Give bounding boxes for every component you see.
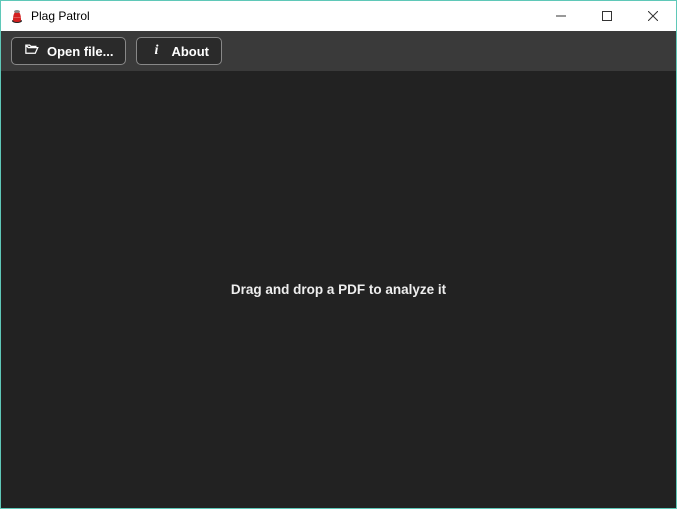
app-window: Plag Patrol Open file... i xyxy=(0,0,677,509)
open-file-button[interactable]: Open file... xyxy=(11,37,126,65)
about-label: About xyxy=(171,44,209,59)
window-title: Plag Patrol xyxy=(31,9,538,23)
info-icon: i xyxy=(149,43,163,59)
toolbar: Open file... i About xyxy=(1,31,676,71)
close-button[interactable] xyxy=(630,1,676,31)
app-icon xyxy=(9,8,25,24)
about-button[interactable]: i About xyxy=(136,37,222,65)
window-controls xyxy=(538,1,676,31)
titlebar: Plag Patrol xyxy=(1,1,676,31)
maximize-button[interactable] xyxy=(584,1,630,31)
drop-area[interactable]: Drag and drop a PDF to analyze it xyxy=(1,71,676,508)
open-file-label: Open file... xyxy=(47,44,113,59)
folder-open-icon xyxy=(24,42,39,60)
minimize-button[interactable] xyxy=(538,1,584,31)
drop-hint-text: Drag and drop a PDF to analyze it xyxy=(231,282,446,297)
